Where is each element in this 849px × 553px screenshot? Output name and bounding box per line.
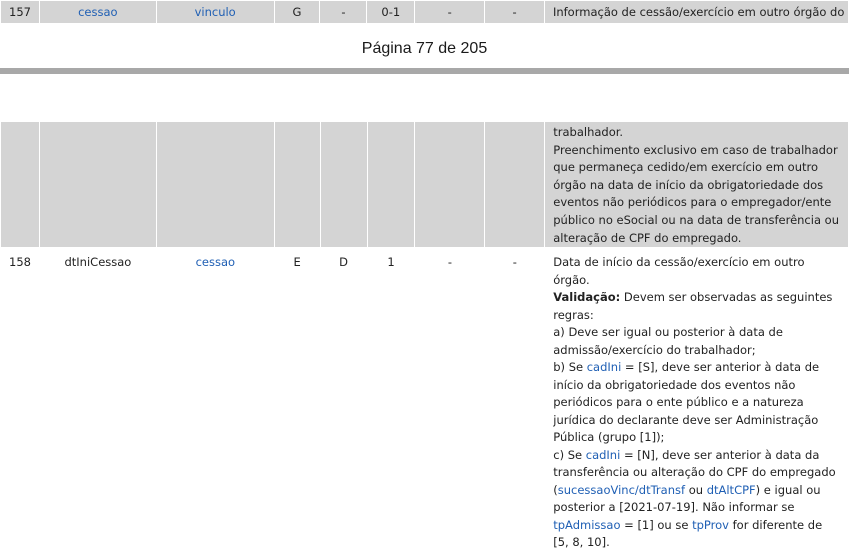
occurrence-cell: 1: [366, 247, 416, 553]
table-row: 158 dtIniCessao cessao E D 1 - - Data de…: [0, 247, 849, 553]
description-paragraph: Preenchimento exclusivo em caso de traba…: [553, 142, 839, 245]
rule-b: b) Se cadIni = [S], deve ser anterior à …: [553, 360, 820, 445]
parent-cell: cessao: [155, 247, 275, 553]
field-name-link[interactable]: cessao: [78, 5, 117, 19]
size-cell: -: [414, 247, 486, 553]
page-divider: [0, 68, 849, 74]
description-line: trabalhador.: [553, 125, 624, 139]
type-cell: G: [273, 0, 321, 24]
table-row: 157 cessao vinculo G - 0-1 - - Informaçã…: [0, 0, 849, 24]
parent-link[interactable]: cessao: [196, 255, 235, 269]
table-main-fragment: trabalhador. Preenchimento exclusivo em …: [0, 120, 849, 553]
validation-label: Validação:: [553, 290, 621, 305]
dtAltCPF-link[interactable]: dtAltCPF: [707, 483, 756, 497]
row-number: 158: [0, 247, 40, 553]
description-cell: Informação de cessão/exercício em outro …: [543, 0, 849, 24]
row-number: 157: [0, 0, 40, 24]
cadIni-link[interactable]: cadIni: [587, 360, 622, 374]
parent-link[interactable]: vinculo: [195, 5, 236, 19]
description-intro: Data de início da cessão/exercício em ou…: [553, 255, 805, 287]
occurrence-cell: 0-1: [366, 0, 416, 24]
description-cell: Data de início da cessão/exercício em ou…: [544, 247, 849, 553]
element-cell: -: [319, 0, 368, 24]
decimal-cell: -: [484, 0, 545, 24]
field-name-cell: dtIniCessao: [38, 247, 157, 553]
tpAdmissao-link[interactable]: tpAdmissao: [553, 518, 620, 532]
tpProv-link[interactable]: tpProv: [692, 518, 729, 532]
cadIni-link[interactable]: cadIni: [586, 448, 621, 462]
page-number-label: Página 77 de 205: [361, 40, 488, 57]
validation-rules: Validação: Devem ser observadas as segui…: [553, 290, 833, 322]
description-cell: trabalhador. Preenchimento exclusivo em …: [544, 120, 849, 249]
decimal-cell: -: [484, 247, 546, 553]
table-top-fragment: 157 cessao vinculo G - 0-1 - - Informaçã…: [0, 0, 849, 24]
rule-c: c) Se cadIni = [N], deve ser anterior à …: [553, 447, 836, 550]
type-cell: E: [273, 247, 321, 553]
table-row-continuation: trabalhador. Preenchimento exclusivo em …: [0, 120, 849, 249]
parent-cell: vinculo: [155, 0, 275, 24]
rule-a: a) Deve ser igual ou posterior à data de…: [553, 325, 783, 357]
field-name-cell: cessao: [38, 0, 157, 24]
element-cell: D: [319, 247, 368, 553]
size-cell: -: [414, 0, 486, 24]
dtTransf-link[interactable]: sucessaoVinc/dtTransf: [558, 483, 685, 497]
